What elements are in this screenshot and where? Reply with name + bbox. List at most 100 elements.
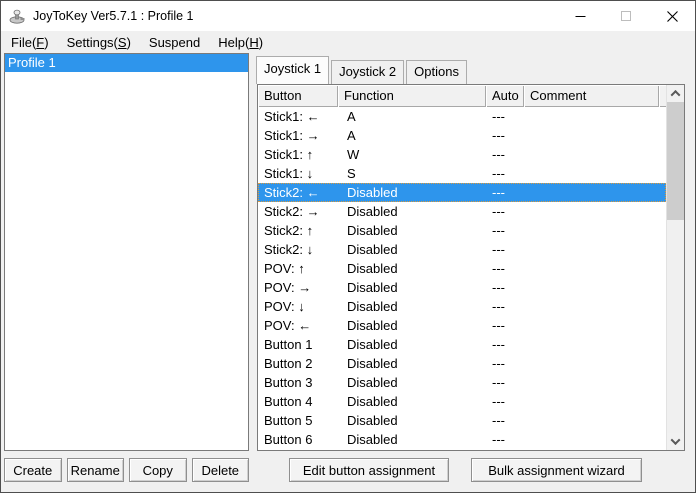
cell-function: Disabled bbox=[338, 316, 486, 335]
table-body: Stick1: ← A --- Stick1: → A --- Stick1: … bbox=[258, 107, 666, 450]
edit-button-assignment-button[interactable]: Edit button assignment bbox=[289, 458, 449, 482]
close-button[interactable] bbox=[649, 1, 695, 31]
table-row[interactable]: Button 6 Disabled --- bbox=[258, 430, 666, 449]
table-row[interactable]: Stick1: ↓ S --- bbox=[258, 164, 666, 183]
cell-auto: --- bbox=[486, 411, 524, 430]
cell-auto: --- bbox=[486, 373, 524, 392]
cell-function: A bbox=[338, 126, 486, 145]
table-row[interactable]: Button 4 Disabled --- bbox=[258, 392, 666, 411]
menu-item[interactable]: File(F) bbox=[2, 33, 58, 52]
profile-action-buttons: Create Rename Copy Delete bbox=[4, 458, 249, 483]
menu-item[interactable]: Settings(S) bbox=[58, 33, 140, 52]
cell-function: Disabled bbox=[338, 392, 486, 411]
cell-comment bbox=[524, 183, 659, 202]
cell-function: S bbox=[338, 164, 486, 183]
table-row[interactable]: Stick2: ← Disabled --- bbox=[258, 183, 666, 202]
window-title: JoyToKey Ver5.7.1 : Profile 1 bbox=[33, 9, 194, 23]
cell-auto: --- bbox=[486, 354, 524, 373]
cell-auto: --- bbox=[486, 335, 524, 354]
cell-comment bbox=[524, 240, 659, 259]
cell-function: Disabled bbox=[338, 354, 486, 373]
table-row[interactable]: POV: ↓ Disabled --- bbox=[258, 297, 666, 316]
vertical-scrollbar[interactable] bbox=[666, 85, 684, 450]
minimize-button[interactable] bbox=[557, 1, 603, 31]
cell-comment bbox=[524, 278, 659, 297]
table-row[interactable]: Button 2 Disabled --- bbox=[258, 354, 666, 373]
table-row[interactable]: Button 1 Disabled --- bbox=[258, 335, 666, 354]
cell-button: Stick2: ↑ bbox=[258, 221, 338, 240]
cell-button: Stick2: ↓ bbox=[258, 240, 338, 259]
column-header-function[interactable]: Function bbox=[338, 85, 486, 107]
tab[interactable]: Joystick 2 bbox=[331, 60, 404, 84]
cell-comment bbox=[524, 221, 659, 240]
table-row[interactable]: POV: ↑ Disabled --- bbox=[258, 259, 666, 278]
cell-auto: --- bbox=[486, 278, 524, 297]
tab[interactable]: Joystick 1 bbox=[256, 56, 329, 84]
table-row[interactable]: Stick1: ← A --- bbox=[258, 107, 666, 126]
cell-button: Stick1: ↓ bbox=[258, 164, 338, 183]
profile-action-button[interactable]: Copy bbox=[129, 458, 187, 482]
cell-comment bbox=[524, 430, 659, 449]
cell-auto: --- bbox=[486, 183, 524, 202]
table-row[interactable]: POV: ← Disabled --- bbox=[258, 316, 666, 335]
table-row[interactable]: Stick1: ↑ W --- bbox=[258, 145, 666, 164]
table-row[interactable]: POV: → Disabled --- bbox=[258, 278, 666, 297]
column-header-auto[interactable]: Auto bbox=[486, 85, 524, 107]
menu-item[interactable]: Suspend bbox=[140, 33, 209, 52]
cell-button: POV: → bbox=[258, 278, 338, 297]
cell-button: Button 5 bbox=[258, 411, 338, 430]
cell-function: Disabled bbox=[338, 430, 486, 449]
cell-button: Stick1: → bbox=[258, 126, 338, 145]
table-header-row: Button Function Auto Comment bbox=[258, 85, 684, 107]
cell-function: Disabled bbox=[338, 297, 486, 316]
profile-action-button[interactable]: Rename bbox=[67, 458, 125, 482]
cell-auto: --- bbox=[486, 316, 524, 335]
profile-action-button[interactable]: Delete bbox=[192, 458, 250, 482]
maximize-button bbox=[603, 1, 649, 31]
bulk-assignment-wizard-button[interactable]: Bulk assignment wizard bbox=[471, 458, 642, 482]
cell-comment bbox=[524, 145, 659, 164]
cell-comment bbox=[524, 354, 659, 373]
chevron-up-icon bbox=[671, 90, 681, 100]
cell-function: Disabled bbox=[338, 278, 486, 297]
cell-button: POV: ↑ bbox=[258, 259, 338, 278]
cell-comment bbox=[524, 164, 659, 183]
scroll-up-button[interactable] bbox=[667, 85, 684, 102]
cell-auto: --- bbox=[486, 259, 524, 278]
table-row[interactable]: Stick2: ↑ Disabled --- bbox=[258, 221, 666, 240]
table-row[interactable]: Stick1: → A --- bbox=[258, 126, 666, 145]
cell-function: A bbox=[338, 107, 486, 126]
close-icon bbox=[667, 11, 678, 22]
scrollbar-thumb[interactable] bbox=[667, 102, 684, 220]
cell-comment bbox=[524, 316, 659, 335]
button-assignment-table: Button Function Auto Comment Stick1: ← A… bbox=[257, 84, 685, 451]
cell-auto: --- bbox=[486, 107, 524, 126]
scroll-down-button[interactable] bbox=[667, 433, 684, 450]
column-header-button[interactable]: Button bbox=[258, 85, 338, 107]
table-row[interactable]: Button 5 Disabled --- bbox=[258, 411, 666, 430]
cell-function: Disabled bbox=[338, 411, 486, 430]
table-row[interactable]: Button 3 Disabled --- bbox=[258, 373, 666, 392]
cell-button: Button 1 bbox=[258, 335, 338, 354]
tab[interactable]: Options bbox=[406, 60, 467, 84]
cell-comment bbox=[524, 297, 659, 316]
profile-action-button[interactable]: Create bbox=[4, 458, 62, 482]
column-header-comment[interactable]: Comment bbox=[524, 85, 659, 107]
joystick-icon bbox=[9, 8, 27, 24]
title-bar: JoyToKey Ver5.7.1 : Profile 1 bbox=[1, 1, 695, 31]
menu-item[interactable]: Help(H) bbox=[209, 33, 272, 52]
cell-function: Disabled bbox=[338, 373, 486, 392]
menu-bar: File(F) Settings(S) Suspend Help(H) bbox=[1, 31, 695, 53]
cell-button: Button 2 bbox=[258, 354, 338, 373]
cell-button: Button 4 bbox=[258, 392, 338, 411]
table-row[interactable]: Stick2: ↓ Disabled --- bbox=[258, 240, 666, 259]
profile-list-item[interactable]: Profile 1 bbox=[5, 54, 248, 72]
caption-buttons bbox=[557, 1, 695, 31]
table-row[interactable]: Stick2: → Disabled --- bbox=[258, 202, 666, 221]
profile-list[interactable]: Profile 1 bbox=[4, 53, 249, 451]
maximize-icon bbox=[621, 11, 631, 21]
cell-auto: --- bbox=[486, 430, 524, 449]
cell-comment bbox=[524, 335, 659, 354]
cell-auto: --- bbox=[486, 202, 524, 221]
cell-comment bbox=[524, 411, 659, 430]
